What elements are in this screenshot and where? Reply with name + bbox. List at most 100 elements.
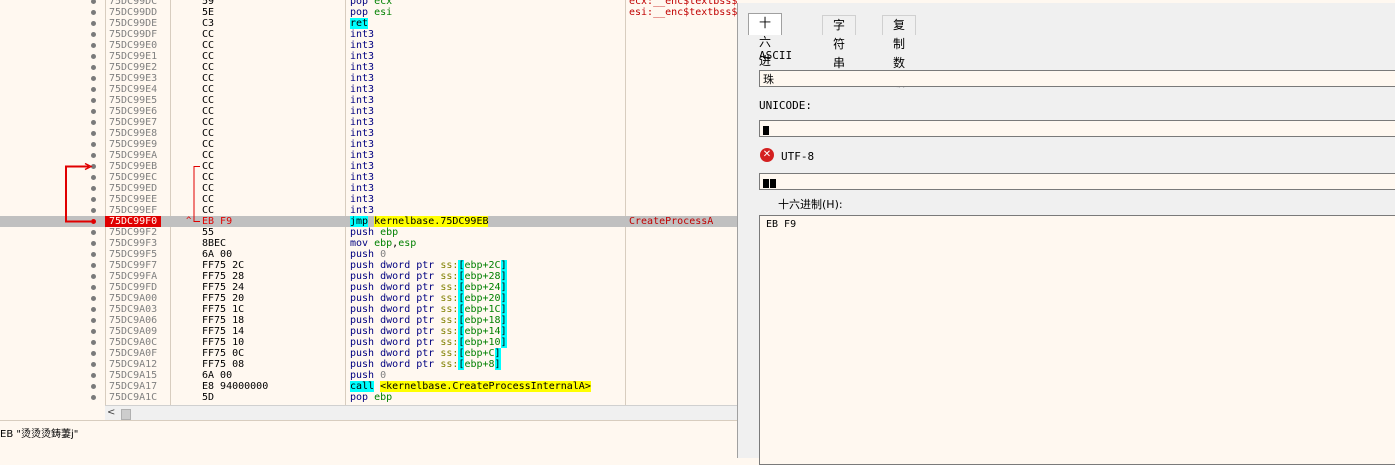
disasm-row[interactable]: 75DC9A00 FF75 20 push dword ptr ss:[ebp+20… (0, 293, 737, 304)
instruction: int3 (350, 139, 374, 150)
horizontal-scrollbar[interactable]: < (105, 405, 737, 421)
disasm-row[interactable]: 75DC99DC 59 pop ecx ecx:__enc$textbss$end+1… (0, 0, 737, 7)
breakpoint-slot-icon[interactable] (91, 142, 96, 147)
disasm-row[interactable]: 75DC9A12 FF75 08 push dword ptr ss:[ebp+8] (0, 359, 737, 370)
breakpoint-slot-icon[interactable] (91, 175, 96, 180)
disasm-row[interactable]: 75DC99E0 CC int3 (0, 40, 737, 51)
disasm-row[interactable]: 75DC9A09 FF75 14 push dword ptr ss:[ebp+14… (0, 326, 737, 337)
breakpoint-slot-icon[interactable] (91, 395, 96, 400)
disasm-row[interactable]: 75DC99E7 CC int3 (0, 117, 737, 128)
tab-copy-data[interactable]: 复制数据 (882, 15, 917, 89)
opcode-bytes: 59 (202, 0, 215, 7)
info-bar: EB "烫烫烫鋳萋j" (0, 420, 737, 459)
breakpoint-slot-icon[interactable] (91, 362, 96, 367)
disasm-row[interactable]: 75DC9A0C FF75 10 push dword ptr ss:[ebp+10… (0, 337, 737, 348)
breakpoint-slot-icon[interactable] (91, 307, 96, 312)
breakpoint-slot-icon[interactable] (91, 32, 96, 37)
disasm-row[interactable]: 75DC99EE CC int3 (0, 194, 737, 205)
utf8-field[interactable] (759, 173, 1395, 190)
breakpoint-slot-icon[interactable] (91, 285, 96, 290)
disasm-row[interactable]: 75DC9A1C 5D pop ebp (0, 392, 737, 403)
disasm-row[interactable]: 75DC9A15 6A 00 push 0 (0, 370, 737, 381)
disasm-row[interactable]: 75DC99F7 FF75 2C push dword ptr ss:[ebp+2C… (0, 260, 737, 271)
scroll-left-icon[interactable]: < (107, 407, 115, 418)
breakpoint-slot-icon[interactable] (91, 384, 96, 389)
scrollbar-thumb[interactable] (121, 409, 131, 420)
instruction-token: ] (500, 304, 507, 315)
hex-editor[interactable]: EB F9 (759, 215, 1395, 465)
breakpoint-slot-icon[interactable] (91, 208, 96, 213)
instruction: push 0 (350, 249, 386, 260)
disasm-row[interactable]: 75DC99FD FF75 24 push dword ptr ss:[ebp+24… (0, 282, 737, 293)
disasm-row[interactable]: 75DC99E3 CC int3 (0, 73, 737, 84)
breakpoint-slot-icon[interactable] (91, 197, 96, 202)
breakpoint-slot-icon[interactable] (91, 274, 96, 279)
breakpoint-slot-icon[interactable] (91, 98, 96, 103)
breakpoint-slot-icon[interactable] (91, 351, 96, 356)
disasm-row[interactable]: 75DC99DD 5E pop esi esi:__enc$textbss$end+1… (0, 7, 737, 18)
disasm-row[interactable]: 75DC99E5 CC int3 (0, 95, 737, 106)
ascii-label: ASCII (759, 49, 793, 62)
unicode-field[interactable] (759, 120, 1395, 137)
disasm-row[interactable]: 75DC99F3 8BEC mov ebp,esp (0, 238, 737, 249)
breakpoint-slot-icon[interactable] (91, 54, 96, 59)
breakpoint-slot-icon[interactable] (91, 230, 96, 235)
breakpoint-icon[interactable] (91, 219, 96, 224)
breakpoint-slot-icon[interactable] (91, 252, 96, 257)
instruction-token: ] (500, 326, 507, 337)
disasm-row[interactable]: 75DC99EA CC int3 (0, 150, 737, 161)
tab-string[interactable]: 字符串 (822, 15, 857, 70)
ascii-field[interactable]: 珠 (759, 70, 1395, 87)
breakpoint-slot-icon[interactable] (91, 340, 96, 345)
disasm-row[interactable]: 75DC99E9 CC int3 (0, 139, 737, 150)
disasm-row[interactable]: 75DC9A06 FF75 18 push dword ptr ss:[ebp+18… (0, 315, 737, 326)
disasm-row[interactable]: 75DC9A03 FF75 1C push dword ptr ss:[ebp+1C… (0, 304, 737, 315)
breakpoint-slot-icon[interactable] (91, 296, 96, 301)
disasm-row[interactable]: 75DC99FA FF75 28 push dword ptr ss:[ebp+28… (0, 271, 737, 282)
breakpoint-slot-icon[interactable] (91, 186, 96, 191)
breakpoint-slot-icon[interactable] (91, 164, 96, 169)
breakpoint-slot-icon[interactable] (91, 76, 96, 81)
disasm-row[interactable]: 75DC99ED CC int3 (0, 183, 737, 194)
disassembly-view[interactable]: 75DC99DC 59 pop ecx ecx:__enc$textbss$end+1… (0, 0, 737, 405)
disasm-row[interactable]: 75DC9A17 E8 94000000 call <kernelbase.Crea… (0, 381, 737, 392)
disasm-row[interactable]: 75DC99F0 ^ EB F9 jmp kernelbase.75DC99EB Cre… (0, 216, 737, 227)
disasm-row[interactable]: 75DC99DE C3 ret (0, 18, 737, 29)
breakpoint-slot-icon[interactable] (91, 43, 96, 48)
opcode-bytes: FF75 28 (202, 271, 245, 282)
address: 75DC99EF (109, 205, 158, 216)
instruction: push dword ptr ss:[ebp+20] (350, 293, 507, 304)
disasm-row[interactable]: 75DC9A0F FF75 0C push dword ptr ss:[ebp+C] (0, 348, 737, 359)
disasm-row[interactable]: 75DC99EC CC int3 (0, 172, 737, 183)
opcode-bytes: FF75 10 (202, 337, 245, 348)
opcode-bytes: CC (202, 73, 215, 84)
disasm-row[interactable]: 75DC99E1 CC int3 (0, 51, 737, 62)
breakpoint-slot-icon[interactable] (91, 10, 96, 15)
tab-hex[interactable]: 十六进制 (748, 13, 783, 87)
disasm-row[interactable]: 75DC99F5 6A 00 push 0 (0, 249, 737, 260)
instruction-token: push (350, 271, 375, 282)
breakpoint-slot-icon[interactable] (91, 329, 96, 334)
breakpoint-slot-icon[interactable] (91, 131, 96, 136)
breakpoint-slot-icon[interactable] (91, 120, 96, 125)
disasm-row[interactable]: 75DC99EF CC int3 (0, 205, 737, 216)
disasm-row[interactable]: 75DC99E6 CC int3 (0, 106, 737, 117)
address: 75DC99E1 (109, 51, 158, 62)
breakpoint-slot-icon[interactable] (91, 241, 96, 246)
breakpoint-slot-icon[interactable] (91, 109, 96, 114)
breakpoint-slot-icon[interactable] (91, 87, 96, 92)
address: 75DC9A17 (109, 381, 158, 392)
disasm-row[interactable]: 75DC99E4 CC int3 (0, 84, 737, 95)
breakpoint-slot-icon[interactable] (91, 318, 96, 323)
disasm-row[interactable]: 75DC99F2 55 push ebp (0, 227, 737, 238)
breakpoint-slot-icon[interactable] (91, 0, 96, 4)
disasm-row[interactable]: 75DC99E2 CC int3 (0, 62, 737, 73)
breakpoint-slot-icon[interactable] (91, 153, 96, 158)
disasm-row[interactable]: 75DC99EB CC int3 (0, 161, 737, 172)
breakpoint-slot-icon[interactable] (91, 263, 96, 268)
breakpoint-slot-icon[interactable] (91, 373, 96, 378)
disasm-row[interactable]: 75DC99DF CC int3 (0, 29, 737, 40)
breakpoint-slot-icon[interactable] (91, 65, 96, 70)
disasm-row[interactable]: 75DC99E8 CC int3 (0, 128, 737, 139)
breakpoint-slot-icon[interactable] (91, 21, 96, 26)
